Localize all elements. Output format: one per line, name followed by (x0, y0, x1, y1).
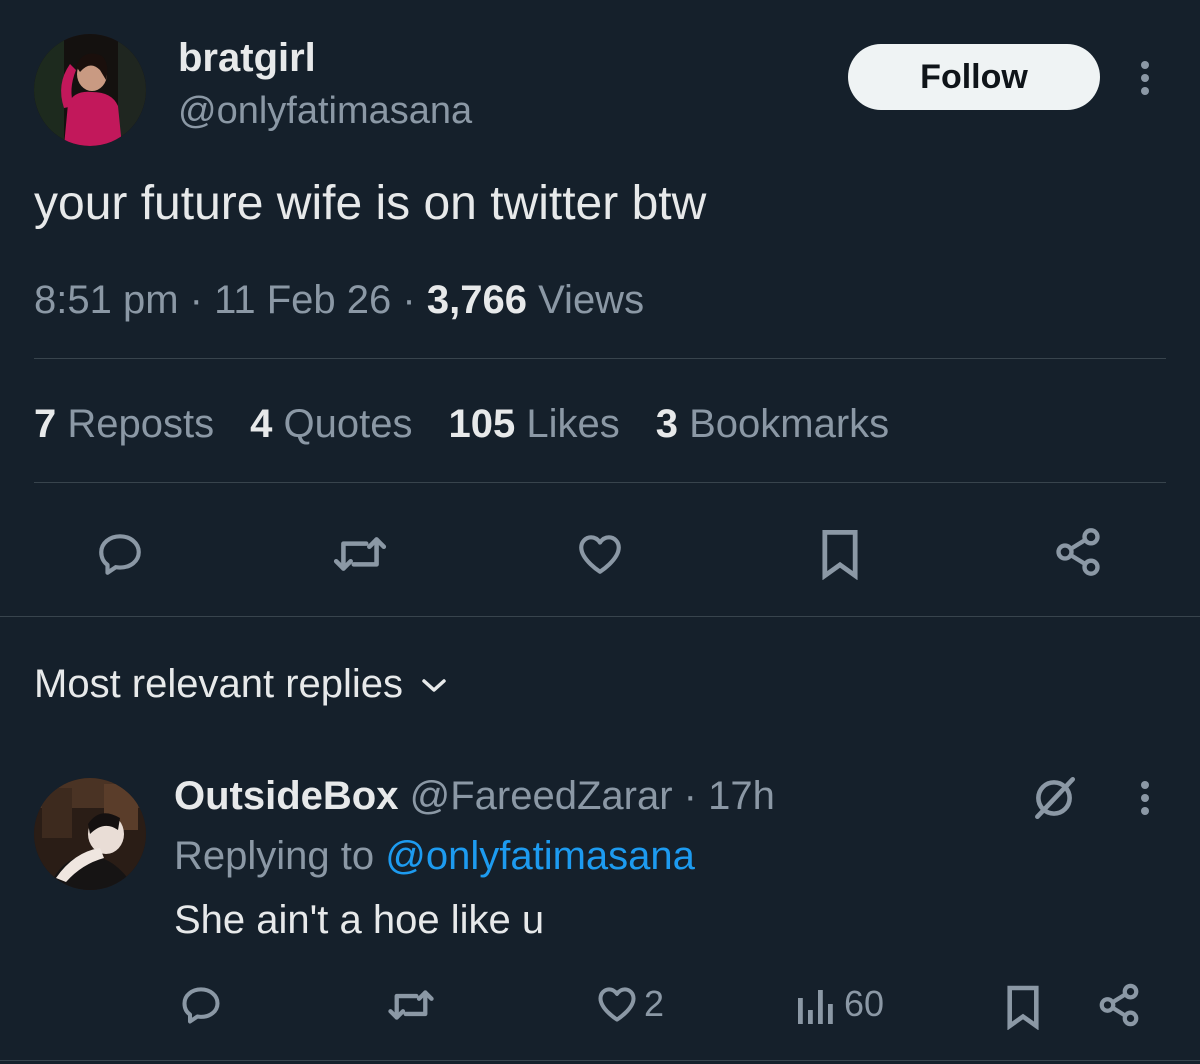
replies-sort-dropdown[interactable]: Most relevant replies (34, 662, 449, 707)
bookmarks-stat[interactable]: 3 Bookmarks (656, 402, 889, 447)
reply-author-name[interactable]: OutsideBox (174, 774, 398, 818)
author-display-name[interactable]: bratgirl (178, 36, 316, 81)
reply-author-handle[interactable]: @FareedZarar (410, 774, 673, 818)
divider (34, 482, 1166, 483)
replying-to-handle[interactable]: @onlyfatimasana (385, 834, 695, 878)
reply-more-options-icon[interactable] (1128, 778, 1162, 818)
tweet-time[interactable]: 8:51 pm (34, 278, 179, 322)
reply-icon[interactable] (92, 526, 148, 582)
quotes-count: 4 (250, 402, 273, 446)
views-label: Views (538, 278, 645, 322)
reply-like-count: 2 (644, 983, 665, 1024)
follow-button[interactable]: Follow (848, 44, 1100, 110)
replying-to-prefix: Replying to (174, 834, 375, 878)
bookmarks-label: Bookmarks (689, 402, 890, 446)
reposts-label: Reposts (67, 402, 215, 446)
reply-header: OutsideBox @FareedZarar · 17h (174, 774, 775, 819)
reply-bookmark-icon[interactable] (1000, 982, 1046, 1032)
quotes-label: Quotes (283, 402, 413, 446)
reply-author-avatar[interactable] (34, 778, 146, 890)
meta-separator: · (402, 278, 416, 322)
replying-to: Replying to @onlyfatimasana (174, 834, 695, 879)
reply-separator: · (683, 774, 697, 818)
more-options-icon[interactable] (1128, 58, 1162, 98)
repost-icon[interactable] (330, 526, 390, 582)
reply-like-icon (594, 982, 640, 1026)
section-divider (0, 616, 1200, 617)
like-icon[interactable] (572, 526, 628, 582)
tweet-text: your future wife is on twitter btw (34, 177, 707, 230)
views-chart-icon (796, 982, 836, 1026)
likes-stat[interactable]: 105 Likes (448, 402, 619, 447)
reply-text: She ain't a hoe like u (174, 898, 545, 942)
reply-reply-icon[interactable] (176, 980, 226, 1030)
author-handle[interactable]: @onlyfatimasana (178, 90, 472, 133)
meta-separator: · (189, 278, 203, 322)
tweet-stats: 7 Reposts 4 Quotes 105 Likes 3 Bookmarks (34, 402, 889, 447)
reply-like-button[interactable]: 2 (594, 982, 664, 1026)
reply-share-icon[interactable] (1094, 980, 1144, 1030)
reply-views-count: 60 (844, 983, 885, 1024)
author-avatar[interactable] (34, 34, 146, 146)
grok-icon[interactable] (1026, 770, 1082, 826)
bottom-divider (0, 1060, 1200, 1061)
reposts-stat[interactable]: 7 Reposts (34, 402, 214, 447)
likes-label: Likes (526, 402, 620, 446)
likes-count: 105 (448, 402, 516, 446)
reply-views-button[interactable]: 60 (796, 982, 884, 1026)
reply-repost-icon[interactable] (384, 980, 438, 1030)
views-count: 3,766 (426, 278, 527, 322)
bookmarks-count: 3 (655, 402, 678, 446)
chevron-down-icon (419, 675, 449, 695)
reposts-count: 7 (34, 402, 57, 446)
tweet-date[interactable]: 11 Feb 26 (214, 278, 391, 322)
divider (34, 358, 1166, 359)
tweet-meta: 8:51 pm · 11 Feb 26 · 3,766 Views (34, 278, 644, 323)
share-icon[interactable] (1050, 524, 1106, 580)
replies-sort-label: Most relevant replies (34, 662, 404, 706)
bookmark-icon[interactable] (812, 526, 868, 582)
quotes-stat[interactable]: 4 Quotes (250, 402, 412, 447)
reply-time[interactable]: 17h (708, 774, 775, 818)
